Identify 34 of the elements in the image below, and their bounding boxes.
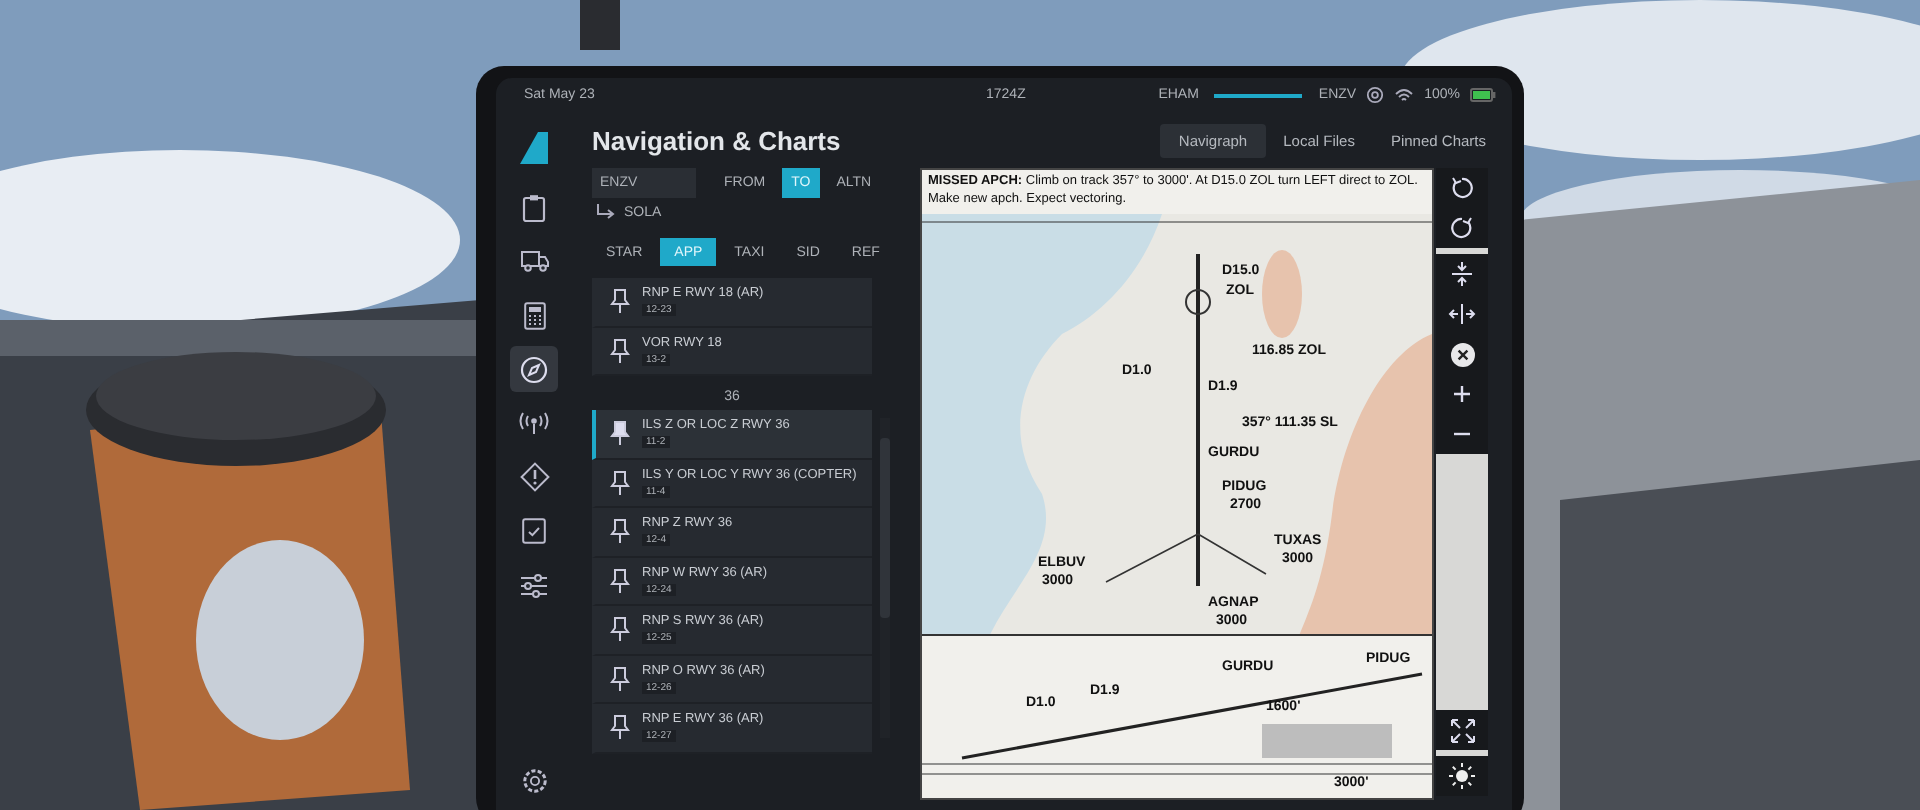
calculator-icon xyxy=(523,301,545,329)
rotate-left-icon xyxy=(1450,176,1474,200)
pin-icon[interactable] xyxy=(610,288,630,315)
pin-icon[interactable] xyxy=(610,714,630,741)
warning-icon xyxy=(519,462,549,492)
turn-arrow-icon xyxy=(596,204,616,220)
pin-icon[interactable] xyxy=(610,337,630,364)
expand-icon xyxy=(1449,717,1475,743)
pin-icon[interactable] xyxy=(610,567,630,594)
pin-icon[interactable] xyxy=(610,665,630,692)
pin-icon[interactable] xyxy=(610,420,630,447)
sun-icon xyxy=(1448,762,1476,790)
antenna-icon xyxy=(518,411,550,435)
settings-icon xyxy=(521,768,547,794)
checklist-icon xyxy=(522,518,546,544)
sidebar-button[interactable] xyxy=(510,346,558,392)
fit-height-icon xyxy=(1450,260,1474,288)
clipboard-icon xyxy=(522,193,546,221)
battery-icon xyxy=(1470,88,1496,102)
pin-icon[interactable] xyxy=(610,616,630,643)
truck-icon xyxy=(519,250,549,272)
logo-icon xyxy=(520,132,548,164)
compass-icon xyxy=(520,355,548,383)
wifi-icon xyxy=(1394,87,1415,103)
rotate-right-icon xyxy=(1450,216,1474,240)
plus-icon xyxy=(1452,384,1472,404)
pin-icon[interactable] xyxy=(610,518,630,545)
close-icon xyxy=(1449,341,1475,367)
sliders-icon xyxy=(520,573,548,597)
settings-icon xyxy=(1366,86,1385,104)
app-title: Navigation & Charts xyxy=(592,125,841,155)
fit-width-icon xyxy=(1448,302,1476,326)
route-line xyxy=(1212,91,1305,99)
pin-icon[interactable] xyxy=(610,469,630,496)
